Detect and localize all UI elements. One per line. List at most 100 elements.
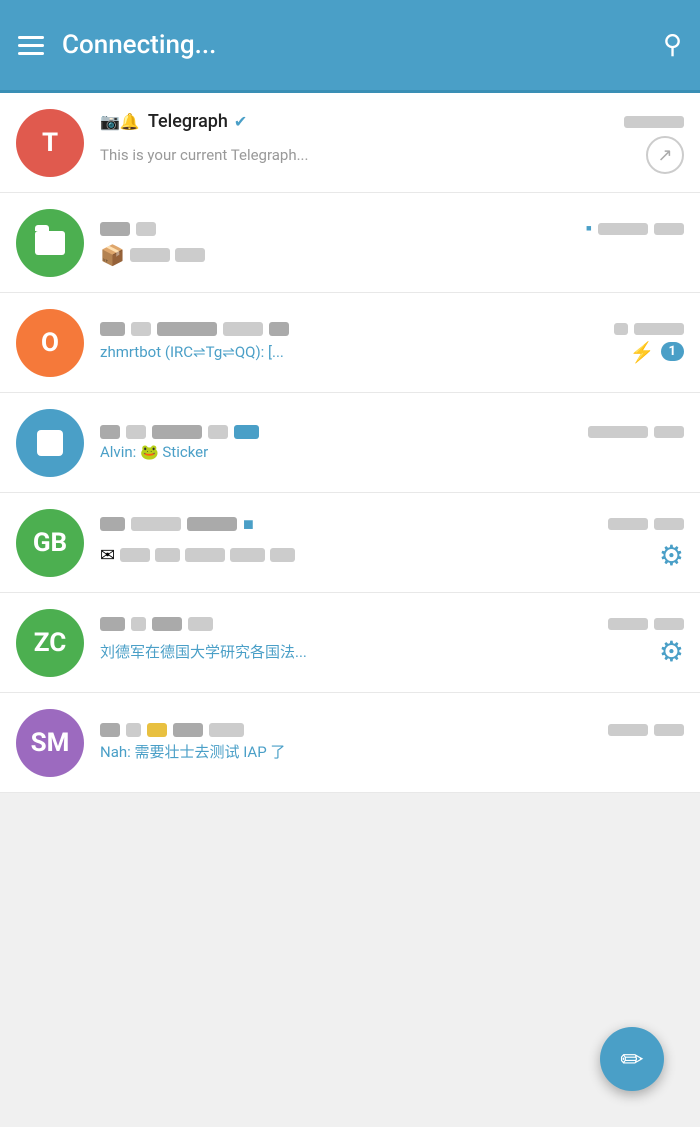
name-r3 xyxy=(152,425,202,439)
time-r1 xyxy=(614,323,628,335)
name-r4 xyxy=(223,322,263,336)
search-button[interactable]: ⚲ xyxy=(663,30,682,60)
list-item[interactable]: T 📷🔔 Telegraph ✔ This is your current Te… xyxy=(0,93,700,193)
chat-preview: 刘德军在德国大学研究各国法... xyxy=(100,641,651,662)
chat-top xyxy=(100,723,684,737)
avatar: O xyxy=(16,309,84,377)
chat-name-row xyxy=(100,322,614,336)
list-item[interactable]: GB ■ ✉ xyxy=(0,493,700,593)
chat-meta: 📦 xyxy=(100,243,684,267)
chat-right-meta: ⚙ xyxy=(659,635,684,668)
prev-r2 xyxy=(155,548,180,562)
chat-meta: zhmrtbot (IRC⇌Tg⇌QQ): [... ⚡ 1 xyxy=(100,340,684,364)
name-r3 xyxy=(157,322,217,336)
list-item[interactable]: Alvin: 🐸 Sticker xyxy=(0,393,700,493)
chat-preview: This is your current Telegraph... xyxy=(100,146,630,164)
name-r2 xyxy=(131,517,181,531)
chat-content: ▪ 📦 xyxy=(100,218,684,267)
unread-badge: 1 xyxy=(661,342,684,361)
chat-name-row xyxy=(100,222,586,236)
chat-time-redacted xyxy=(624,116,684,128)
header-title: Connecting... xyxy=(62,30,216,60)
bot-icon: ⚙ xyxy=(659,635,684,668)
chat-meta: ✉ ⚙ xyxy=(100,539,684,572)
chat-top xyxy=(100,425,684,439)
preview-redacted-2 xyxy=(175,248,205,262)
list-item[interactable]: O zhmrtbot (IRC⇌Tg⇌QQ): [... xyxy=(0,293,700,393)
list-item[interactable]: SM Nah: 需要壮士去测试 IAP 了 xyxy=(0,693,700,793)
status-icon: ▪ xyxy=(586,218,592,239)
status-icon-blue: ⚡ xyxy=(630,340,655,364)
chat-meta: Alvin: 🐸 Sticker xyxy=(100,443,684,461)
chat-meta: Nah: 需要壮士去测试 IAP 了 xyxy=(100,741,684,762)
camera-bell-icon: 📷🔔 xyxy=(100,112,140,131)
chat-name: Telegraph xyxy=(148,111,228,132)
list-item[interactable]: ▪ 📦 xyxy=(0,193,700,293)
chat-time-redacted-2 xyxy=(654,223,684,235)
time-r2 xyxy=(654,518,684,530)
name-r2 xyxy=(131,617,146,631)
avatar xyxy=(16,209,84,277)
name-r1 xyxy=(100,322,125,336)
name-r1 xyxy=(100,617,125,631)
avatar-letter: T xyxy=(42,128,58,158)
name-r1 xyxy=(100,723,120,737)
chat-preview: zhmrtbot (IRC⇌Tg⇌QQ): [... xyxy=(100,343,622,361)
bot-icon: ⚙ xyxy=(659,539,684,572)
folder-icon xyxy=(35,231,65,255)
chat-top xyxy=(100,322,684,336)
avatar-letter: SM xyxy=(31,728,70,758)
chat-name-row: 📷🔔 Telegraph ✔ xyxy=(100,111,624,132)
time-r2 xyxy=(654,426,684,438)
preview-redacted-1 xyxy=(130,248,170,262)
name-r5 xyxy=(209,723,244,737)
square-icon xyxy=(37,430,63,456)
time-r1 xyxy=(608,518,648,530)
avatar-letter: O xyxy=(41,328,59,358)
chat-name-row xyxy=(100,425,588,439)
prev-r5 xyxy=(270,548,295,562)
verified-icon: ✔ xyxy=(234,112,247,131)
name-redacted-1 xyxy=(100,222,130,236)
chat-preview: Nah: 需要壮士去测试 IAP 了 xyxy=(100,741,684,762)
menu-button[interactable] xyxy=(18,36,44,55)
avatar: ZC xyxy=(16,609,84,677)
avatar-letter: GB xyxy=(33,528,67,558)
name-r4 xyxy=(208,425,228,439)
chat-top: ■ xyxy=(100,514,684,535)
name-r3 xyxy=(152,617,182,631)
app-header: Connecting... ⚲ xyxy=(0,0,700,90)
chat-list: T 📷🔔 Telegraph ✔ This is your current Te… xyxy=(0,93,700,793)
chat-preview: Alvin: 🐸 Sticker xyxy=(100,443,684,461)
avatar: SM xyxy=(16,709,84,777)
time-r2 xyxy=(654,724,684,736)
share-arrow-icon: ↗ xyxy=(646,136,684,174)
time-r1 xyxy=(608,618,648,630)
chat-content: Nah: 需要壮士去测试 IAP 了 xyxy=(100,723,684,762)
chat-content: 📷🔔 Telegraph ✔ This is your current Tele… xyxy=(100,111,684,174)
compose-fab-button[interactable]: ✏ xyxy=(600,1027,664,1091)
chat-meta: This is your current Telegraph... ↗ xyxy=(100,136,684,174)
edit-icon: ✏ xyxy=(620,1043,643,1076)
time-r1 xyxy=(608,724,648,736)
chat-name-row xyxy=(100,723,608,737)
prev-r1 xyxy=(120,548,150,562)
chat-time-redacted xyxy=(598,223,648,235)
envelope-icon: ✉ xyxy=(100,545,115,566)
emoji-icon: 📦 xyxy=(100,243,125,267)
chat-content: zhmrtbot (IRC⇌Tg⇌QQ): [... ⚡ 1 xyxy=(100,322,684,364)
name-redacted-2 xyxy=(136,222,156,236)
time-r2 xyxy=(634,323,684,335)
chat-top xyxy=(100,617,684,631)
time-r xyxy=(588,426,648,438)
name-r2 xyxy=(126,425,146,439)
name-r2 xyxy=(131,322,151,336)
name-r3 xyxy=(147,723,167,737)
list-item[interactable]: ZC 刘德军在德国大学研究各国法... ⚙ xyxy=(0,593,700,693)
sub-row: 📦 xyxy=(100,243,205,267)
chat-right-meta: ⚡ 1 xyxy=(630,340,684,364)
time-r2 xyxy=(654,618,684,630)
name-r2 xyxy=(126,723,141,737)
name-r4 xyxy=(173,723,203,737)
prev-r4 xyxy=(230,548,265,562)
